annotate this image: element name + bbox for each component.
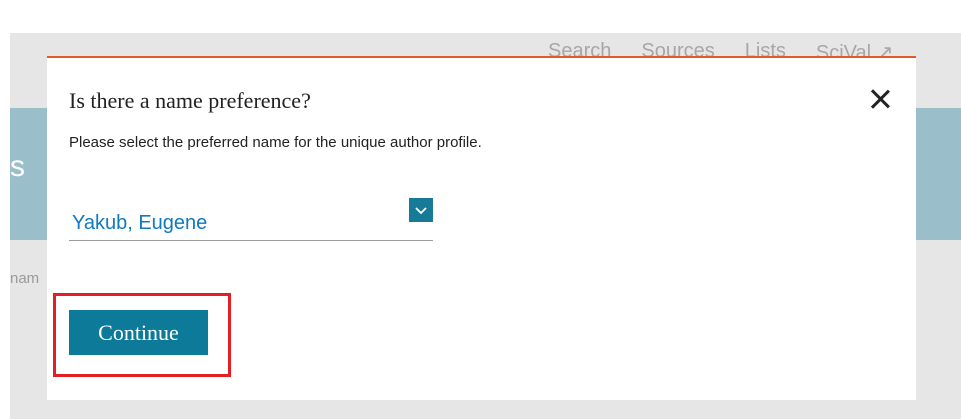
selected-name: Yakub, Eugene	[72, 212, 208, 234]
background-text-fragment: nam	[10, 270, 40, 287]
continue-button[interactable]: Continue	[69, 310, 208, 355]
background-letter: s	[10, 150, 25, 183]
dialog-title: Is there a name preference?	[69, 88, 311, 113]
preferred-name-select[interactable]: Yakub, Eugene	[69, 198, 433, 241]
dialog-subtitle: Please select the preferred name for the…	[69, 134, 482, 151]
close-icon[interactable]	[867, 86, 893, 112]
chevron-down-icon[interactable]	[409, 198, 433, 222]
name-preference-dialog: Is there a name preference? Please selec…	[47, 56, 916, 400]
background-banner-right	[916, 108, 961, 240]
